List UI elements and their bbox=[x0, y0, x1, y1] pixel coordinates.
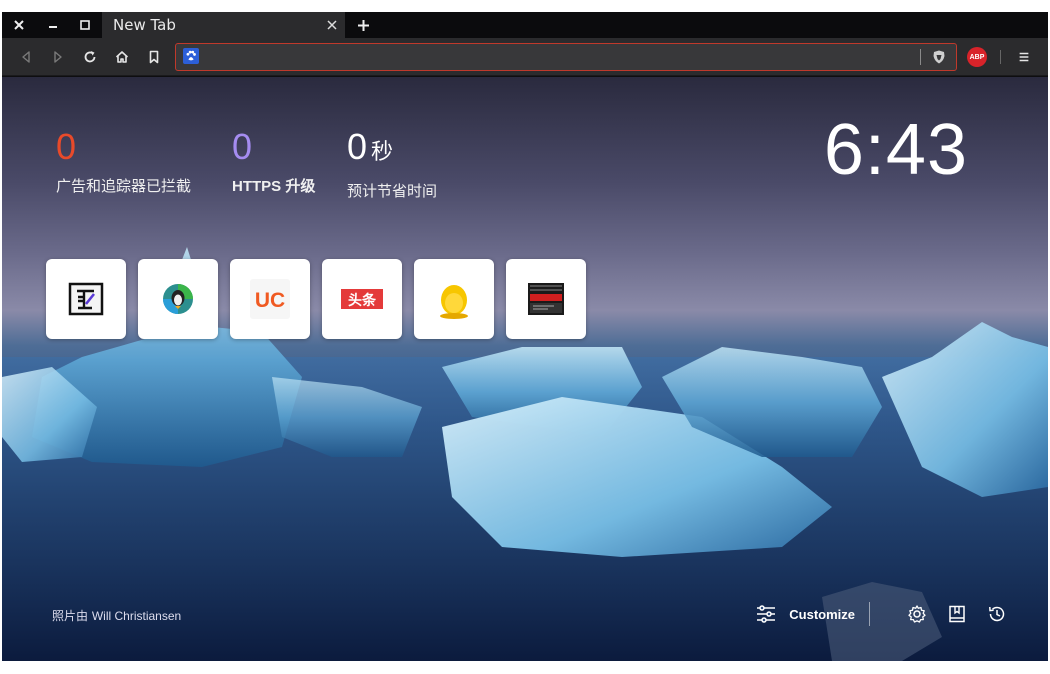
sliders-icon bbox=[757, 605, 776, 623]
toolbar-divider bbox=[1000, 50, 1001, 64]
toutiao-text: 头条 bbox=[348, 292, 377, 309]
tab-title: New Tab bbox=[113, 16, 176, 34]
history-button[interactable] bbox=[986, 603, 1008, 625]
plus-icon bbox=[357, 19, 369, 31]
minimize-icon bbox=[49, 26, 57, 28]
uc-icon: UC bbox=[250, 279, 290, 319]
stat-time-saved: 0秒 预计节省时间 bbox=[347, 127, 437, 201]
url-input[interactable] bbox=[206, 46, 906, 68]
top-site-qq[interactable] bbox=[414, 259, 494, 339]
customize-button[interactable]: Customize bbox=[755, 603, 855, 625]
photo-credit: 照片由 Will Christiansen bbox=[52, 607, 181, 624]
toutiao-icon: 头条 bbox=[341, 289, 383, 309]
top-site-uc[interactable]: UC bbox=[230, 259, 310, 339]
photographer-name[interactable]: Will Christiansen bbox=[92, 609, 181, 623]
bottom-divider bbox=[869, 602, 870, 626]
stat-ads-blocked: 0 广告和追踪器已拦截 bbox=[56, 127, 191, 196]
close-icon bbox=[327, 20, 337, 30]
home-button[interactable] bbox=[110, 45, 134, 69]
forward-button[interactable] bbox=[46, 45, 70, 69]
navigation-toolbar: ABP bbox=[2, 38, 1048, 76]
brave-lion-icon bbox=[933, 50, 945, 64]
tieba-icon bbox=[68, 282, 104, 316]
time-saved-count: 0 bbox=[347, 126, 368, 167]
maximize-icon bbox=[80, 20, 90, 30]
history-clock-icon bbox=[989, 606, 1005, 622]
tab-close-button[interactable] bbox=[322, 15, 342, 35]
chrome-penguin-icon bbox=[163, 284, 193, 314]
photo-credit-prefix: 照片由 bbox=[52, 609, 89, 623]
gear-icon bbox=[908, 605, 926, 623]
address-bar-divider bbox=[920, 49, 921, 65]
tab-bar: New Tab bbox=[2, 12, 1048, 38]
top-site-video[interactable] bbox=[506, 259, 586, 339]
qq-penguin-icon bbox=[440, 285, 468, 319]
time-saved-label: 预计节省时间 bbox=[347, 182, 438, 200]
tab-new-tab[interactable]: New Tab bbox=[102, 12, 345, 38]
top-site-toutiao[interactable]: 头条 bbox=[322, 259, 402, 339]
back-button[interactable] bbox=[14, 45, 38, 69]
bookmark-icon bbox=[149, 50, 159, 64]
baidu-favicon-icon bbox=[183, 48, 199, 64]
home-icon bbox=[115, 51, 129, 63]
new-tab-page: 0 广告和追踪器已拦截 0 HTTPS 升级 0秒 预计节省时间 6:43 UC… bbox=[2, 77, 1048, 661]
browser-window: New Tab ABP 0 广告和追踪器已拦截 0 HTTPS 升级 0 秒 预… bbox=[2, 12, 1048, 661]
https-upgrades-label: HTTPS 升级 bbox=[232, 178, 316, 195]
back-arrow-icon bbox=[22, 51, 30, 63]
settings-button[interactable] bbox=[906, 603, 928, 625]
top-site-chrome-penguin[interactable] bbox=[138, 259, 218, 339]
hamburger-menu-icon bbox=[1019, 52, 1029, 62]
stat-https-upgrades: 0 HTTPS 升级 bbox=[232, 127, 315, 196]
new-tab-button[interactable] bbox=[350, 12, 376, 38]
close-window-button[interactable] bbox=[6, 12, 32, 38]
ads-blocked-label: 广告和追踪器已拦截 bbox=[56, 177, 192, 195]
time-saved-unit: 秒 bbox=[371, 139, 394, 164]
adblock-plus-button[interactable]: ABP bbox=[967, 47, 987, 67]
forward-arrow-icon bbox=[54, 51, 62, 63]
top-sites: UC 头条 bbox=[46, 259, 586, 339]
reload-button[interactable] bbox=[78, 45, 102, 69]
bookmark-button[interactable] bbox=[142, 45, 166, 69]
ads-blocked-count: 0 bbox=[56, 126, 77, 167]
book-icon bbox=[949, 605, 965, 623]
address-bar[interactable] bbox=[175, 43, 957, 71]
uc-text: UC bbox=[255, 289, 285, 312]
brave-shields-button[interactable] bbox=[928, 46, 950, 68]
bookmarks-button[interactable] bbox=[946, 603, 968, 625]
bottom-toolbar: Customize bbox=[755, 599, 1008, 629]
clock: 6:43 bbox=[823, 110, 968, 190]
reload-icon bbox=[84, 51, 96, 63]
menu-button[interactable] bbox=[1012, 45, 1036, 69]
time-saved-value: 0秒 bbox=[347, 127, 437, 172]
minimize-window-button[interactable] bbox=[40, 12, 66, 38]
maximize-window-button[interactable] bbox=[72, 12, 98, 38]
video-icon bbox=[528, 283, 564, 315]
close-icon bbox=[14, 20, 24, 30]
https-upgrades-count: 0 bbox=[232, 126, 253, 167]
customize-label: Customize bbox=[789, 606, 855, 622]
top-site-tieba[interactable] bbox=[46, 259, 126, 339]
paw-icon bbox=[186, 50, 196, 61]
